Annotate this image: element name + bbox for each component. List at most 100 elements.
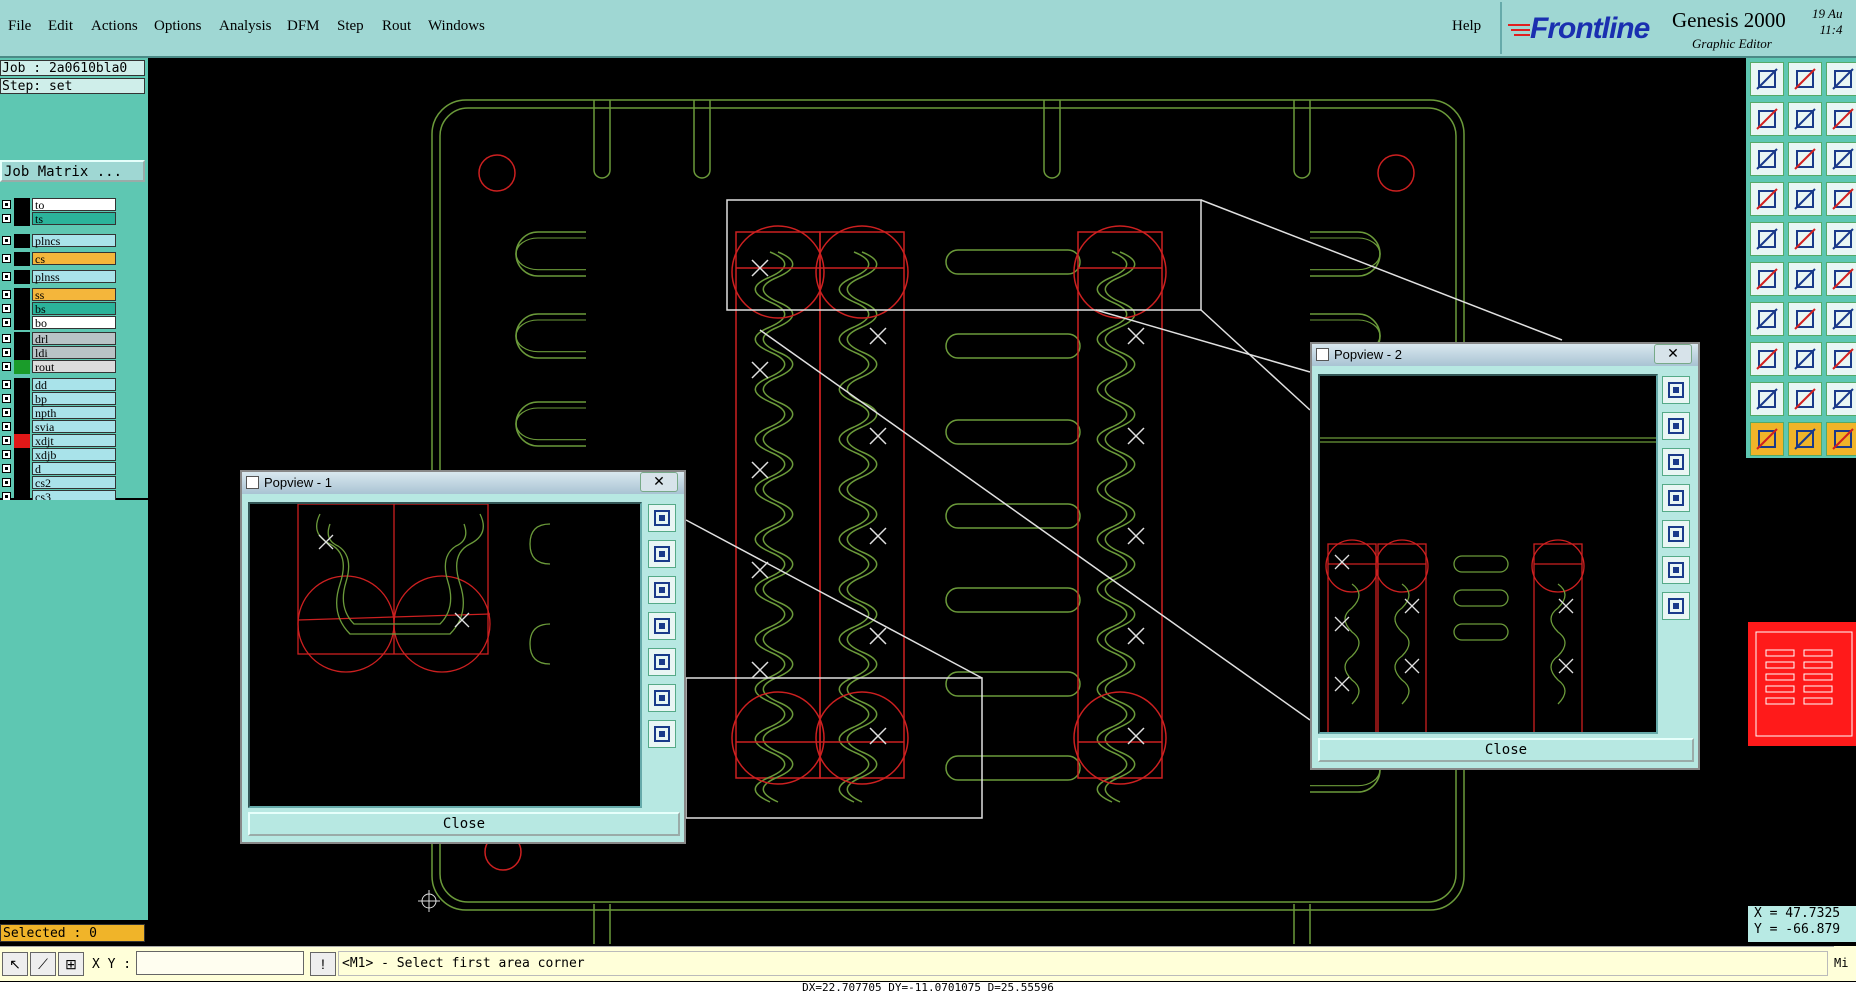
- menu-dfm[interactable]: DFM: [287, 18, 320, 35]
- popview-1-close-button[interactable]: Close: [248, 812, 680, 836]
- pan-left-icon[interactable]: [1662, 484, 1690, 512]
- dash-icon[interactable]: [1788, 342, 1822, 376]
- angle-icon[interactable]: [1750, 302, 1784, 336]
- snap-out-icon[interactable]: [1788, 102, 1822, 136]
- layer-checkbox[interactable]: [2, 450, 11, 459]
- fit-icon[interactable]: [648, 684, 676, 712]
- layer-checkbox[interactable]: [2, 422, 11, 431]
- layer-name[interactable]: npth: [32, 406, 116, 419]
- measure-icon[interactable]: [1788, 182, 1822, 216]
- minimap[interactable]: [1748, 622, 1856, 746]
- layer-color-swatch[interactable]: [14, 212, 30, 226]
- zoom-icon[interactable]: [1788, 142, 1822, 176]
- grid-tool-icon[interactable]: ⊞: [58, 952, 84, 976]
- layer-color-swatch[interactable]: [14, 392, 30, 406]
- arc-icon[interactable]: [1826, 262, 1856, 296]
- pad-icon[interactable]: [1750, 222, 1784, 256]
- layer-checkbox[interactable]: [2, 290, 11, 299]
- select-extra-icon[interactable]: [1826, 422, 1856, 456]
- node-icon[interactable]: [1750, 262, 1784, 296]
- arrow-up-icon[interactable]: [1788, 382, 1822, 416]
- via-icon[interactable]: [1750, 342, 1784, 376]
- layer-row-cs2[interactable]: cs2: [0, 476, 118, 490]
- zoom-in-icon[interactable]: [1662, 412, 1690, 440]
- redo-icon[interactable]: [1826, 102, 1856, 136]
- alert-icon[interactable]: !: [310, 952, 336, 976]
- line-icon[interactable]: [1788, 222, 1822, 256]
- layer-name[interactable]: svia: [32, 420, 116, 433]
- ruler-icon[interactable]: [1826, 222, 1856, 256]
- layer-name[interactable]: d: [32, 462, 116, 475]
- layer-checkbox[interactable]: [2, 304, 11, 313]
- layer-name[interactable]: plnss: [32, 270, 116, 283]
- layer-color-swatch[interactable]: [14, 316, 30, 330]
- layer-row-drl[interactable]: drl: [0, 332, 118, 346]
- layer-row-svia[interactable]: svia: [0, 420, 118, 434]
- route-icon[interactable]: [1826, 182, 1856, 216]
- menu-windows[interactable]: Windows: [428, 18, 485, 35]
- layer-name[interactable]: xdjb: [32, 448, 116, 461]
- pointer-tool-icon[interactable]: ↖: [2, 952, 28, 976]
- xy-input[interactable]: [136, 951, 304, 975]
- layer-name[interactable]: bp: [32, 392, 116, 405]
- layer-name[interactable]: rout: [32, 360, 116, 373]
- pan-right-icon[interactable]: [648, 648, 676, 676]
- menu-actions[interactable]: Actions: [91, 18, 138, 35]
- job-matrix-button[interactable]: Job Matrix ...: [0, 160, 145, 182]
- layer-color-swatch[interactable]: [14, 346, 30, 360]
- layer-color-swatch[interactable]: [14, 332, 30, 346]
- layer-checkbox[interactable]: [2, 334, 11, 343]
- layer-color-swatch[interactable]: [14, 406, 30, 420]
- layer-name[interactable]: bo: [32, 316, 116, 329]
- fit-icon[interactable]: [1750, 142, 1784, 176]
- layer-name[interactable]: to: [32, 198, 116, 211]
- popview-1-titlebar[interactable]: Popview - 1 ✕: [242, 472, 684, 494]
- popview-2-viewport[interactable]: [1318, 374, 1658, 734]
- layer-checkbox[interactable]: [2, 236, 11, 245]
- layer-color-swatch[interactable]: [14, 302, 30, 316]
- close-icon[interactable]: ✕: [1654, 344, 1692, 364]
- menu-edit[interactable]: Edit: [48, 18, 73, 35]
- zoom-window-icon[interactable]: [1662, 376, 1690, 404]
- close-icon[interactable]: ✕: [640, 472, 678, 492]
- layer-row-xdjb[interactable]: xdjb: [0, 448, 118, 462]
- layer-name[interactable]: plncs: [32, 234, 116, 247]
- popview-1-window[interactable]: Popview - 1 ✕ Close: [240, 470, 686, 844]
- shape-icon[interactable]: [1750, 182, 1784, 216]
- pan-right-icon[interactable]: [1662, 520, 1690, 548]
- layer-row-ts[interactable]: ts: [0, 212, 118, 226]
- home-icon[interactable]: [1662, 592, 1690, 620]
- layer-row-plncs[interactable]: plncs: [0, 234, 118, 248]
- layer-checkbox[interactable]: [2, 464, 11, 473]
- zoom-out-icon[interactable]: [648, 576, 676, 604]
- layer-checkbox[interactable]: [2, 272, 11, 281]
- layer-row-plnss[interactable]: plnss: [0, 270, 118, 284]
- popview-1-viewport[interactable]: [248, 502, 642, 808]
- layer-color-swatch[interactable]: [14, 476, 30, 490]
- menu-analysis[interactable]: Analysis: [219, 18, 272, 35]
- layer-name[interactable]: drl: [32, 332, 116, 345]
- layer-color-swatch[interactable]: [14, 252, 30, 266]
- layer-name[interactable]: ldi: [32, 346, 116, 359]
- layer-color-swatch[interactable]: [14, 234, 30, 248]
- layer-checkbox[interactable]: [2, 380, 11, 389]
- layer-name[interactable]: dd: [32, 378, 116, 391]
- fit-icon[interactable]: [1662, 556, 1690, 584]
- layer-checkbox[interactable]: [2, 318, 11, 327]
- layer-color-swatch[interactable]: [14, 270, 30, 284]
- menu-step[interactable]: Step: [337, 18, 364, 35]
- menu-file[interactable]: File: [8, 18, 31, 35]
- wave-icon[interactable]: [1826, 382, 1856, 416]
- select-orange-icon[interactable]: [1788, 422, 1822, 456]
- layer-name[interactable]: cs2: [32, 476, 116, 489]
- menu-options[interactable]: Options: [154, 18, 202, 35]
- layer-name[interactable]: xdjt: [32, 434, 116, 447]
- layer-row-ldi[interactable]: ldi: [0, 346, 118, 360]
- popview-2-window[interactable]: Popview - 2 ✕ Close: [1310, 342, 1700, 770]
- measure-tool-icon[interactable]: ⟋: [30, 952, 56, 976]
- layer-name[interactable]: ts: [32, 212, 116, 225]
- split-icon[interactable]: [1826, 342, 1856, 376]
- snap-in-icon[interactable]: [1750, 102, 1784, 136]
- house-icon[interactable]: [1826, 62, 1856, 96]
- layer-row-xdjt[interactable]: xdjt: [0, 434, 118, 448]
